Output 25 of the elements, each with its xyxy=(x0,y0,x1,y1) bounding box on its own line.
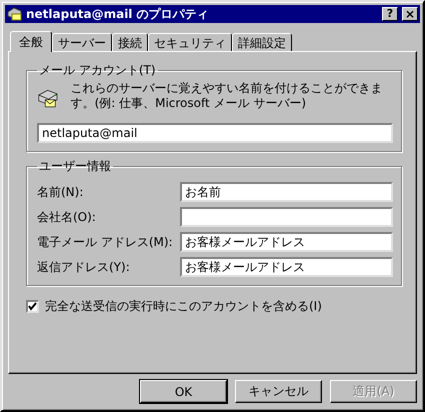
tab[interactable]: 接続 xyxy=(112,33,148,51)
checkbox-label: 完全な送受信の実行時にこのアカウントを含める(I) xyxy=(45,298,322,315)
field-label: 名前(N): xyxy=(37,184,84,200)
mail-server-icon xyxy=(7,7,23,21)
field-label: 会社名(O): xyxy=(37,208,96,226)
group-title: ユーザー情報 xyxy=(38,158,112,175)
tab[interactable]: サーバー xyxy=(52,33,112,51)
description-text: これらのサーバーに覚えやすい名前を付けることができます。(例: 仕事、Microsoft メール サーバー) xyxy=(70,81,384,111)
tab[interactable]: 詳細設定 xyxy=(232,33,292,51)
tab[interactable]: 全般 xyxy=(10,31,52,52)
checkbox[interactable] xyxy=(26,300,39,313)
dialog-button[interactable]: OK xyxy=(140,380,227,403)
tab[interactable]: セキュリティ xyxy=(148,33,232,51)
field-label: 電子メール アドレス(M): xyxy=(37,234,173,250)
input-field[interactable] xyxy=(180,207,393,227)
input-field[interactable]: お名前 xyxy=(180,182,393,202)
help-button[interactable]: ? xyxy=(382,7,398,21)
window-title: netlaputa@mail のプロパティ xyxy=(26,6,210,22)
dialog-button[interactable]: キャンセル xyxy=(235,380,322,403)
input-field[interactable]: お客様メールアドレス xyxy=(180,257,393,277)
field-label: 返信アドレス(Y): xyxy=(37,258,130,276)
group-title: メール アカウント(T) xyxy=(38,62,157,79)
close-button[interactable]: × xyxy=(402,7,418,21)
input-field[interactable]: お客様メールアドレス xyxy=(180,232,393,252)
account-name-field[interactable]: netlaputa@mail xyxy=(37,123,393,143)
